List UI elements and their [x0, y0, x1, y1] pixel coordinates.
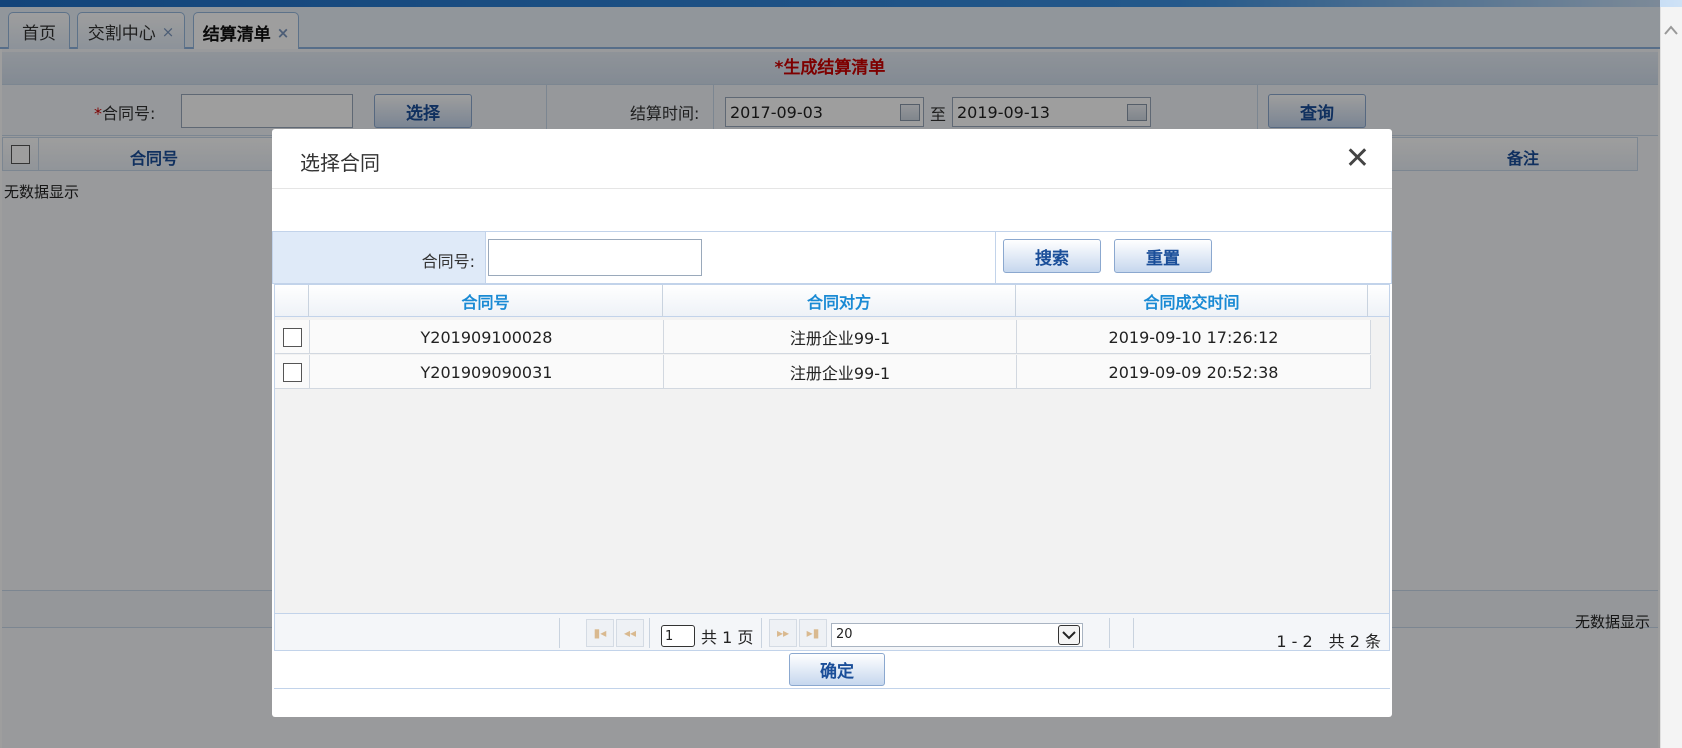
divider [1109, 618, 1110, 648]
search-input-cell [486, 232, 996, 283]
row-checkbox[interactable] [282, 327, 302, 347]
pagination-bar: ▮◂ ◂◂ 1 共 1 页 ▸▸ ▸▮ 20 1 - 2 共 2 条 [274, 613, 1390, 651]
close-icon[interactable]: ✕ [1345, 141, 1370, 176]
confirm-button[interactable]: 确定 [789, 653, 885, 686]
column-header-counterparty[interactable]: 合同对方 [663, 285, 1016, 317]
column-header-contract-no[interactable]: 合同号 [309, 285, 663, 317]
row-checkbox[interactable] [282, 362, 302, 382]
row-checkbox-cell [275, 320, 310, 354]
divider [1133, 618, 1134, 648]
column-header-deal-time[interactable]: 合同成交时间 [1016, 285, 1368, 317]
contract-grid: 合同号 合同对方 合同成交时间 Y201909100028 注册企业99-1 2… [274, 284, 1390, 617]
search-label-cell: 合同号: [273, 232, 486, 283]
search-contract-label: 合同号: [421, 252, 475, 271]
pagination-summary: 1 - 2 共 2 条 [1276, 632, 1381, 651]
reset-button[interactable]: 重置 [1114, 239, 1212, 273]
chevron-down-icon[interactable] [1058, 625, 1080, 645]
prev-page-icon[interactable]: ◂◂ [616, 619, 644, 647]
checkbox-column-header [275, 285, 309, 317]
last-page-icon[interactable]: ▸▮ [799, 619, 827, 647]
dialog-header: 选择合同 ✕ [272, 129, 1392, 189]
divider [559, 618, 560, 648]
divider [761, 618, 762, 648]
table-row[interactable]: Y201909090031 注册企业99-1 2019-09-09 20:52:… [275, 355, 1371, 389]
cell-counterparty: 注册企业99-1 [664, 355, 1017, 389]
divider [649, 618, 650, 648]
page-size-value: 20 [836, 627, 853, 642]
dialog-footer: 确定 [274, 651, 1390, 689]
cell-counterparty: 注册企业99-1 [664, 320, 1017, 354]
page-scrollbar[interactable] [1660, 7, 1682, 748]
cell-contract-no: Y201909100028 [310, 320, 664, 354]
dialog-title: 选择合同 [300, 151, 380, 175]
search-contract-input[interactable] [488, 239, 702, 276]
total-pages-text: 共 1 页 [701, 628, 754, 647]
chevron-up-icon[interactable] [1660, 24, 1682, 44]
page-size-select[interactable]: 20 [831, 623, 1083, 647]
row-checkbox-cell [275, 355, 310, 389]
next-page-icon[interactable]: ▸▸ [769, 619, 797, 647]
dialog-search-row: 合同号: 搜索 重置 [272, 231, 1392, 284]
page-number-input[interactable]: 1 [661, 625, 695, 647]
first-page-icon[interactable]: ▮◂ [586, 619, 614, 647]
cell-deal-time: 2019-09-09 20:52:38 [1017, 355, 1371, 389]
search-button[interactable]: 搜索 [1003, 239, 1101, 273]
contract-grid-header: 合同号 合同对方 合同成交时间 [275, 285, 1389, 317]
select-contract-dialog: 选择合同 ✕ 合同号: 搜索 重置 合同号 合同对方 合同成交时间 Y20190… [272, 129, 1392, 717]
table-row[interactable]: Y201909100028 注册企业99-1 2019-09-10 17:26:… [275, 320, 1371, 354]
cell-deal-time: 2019-09-10 17:26:12 [1017, 320, 1371, 354]
cell-contract-no: Y201909090031 [310, 355, 664, 389]
